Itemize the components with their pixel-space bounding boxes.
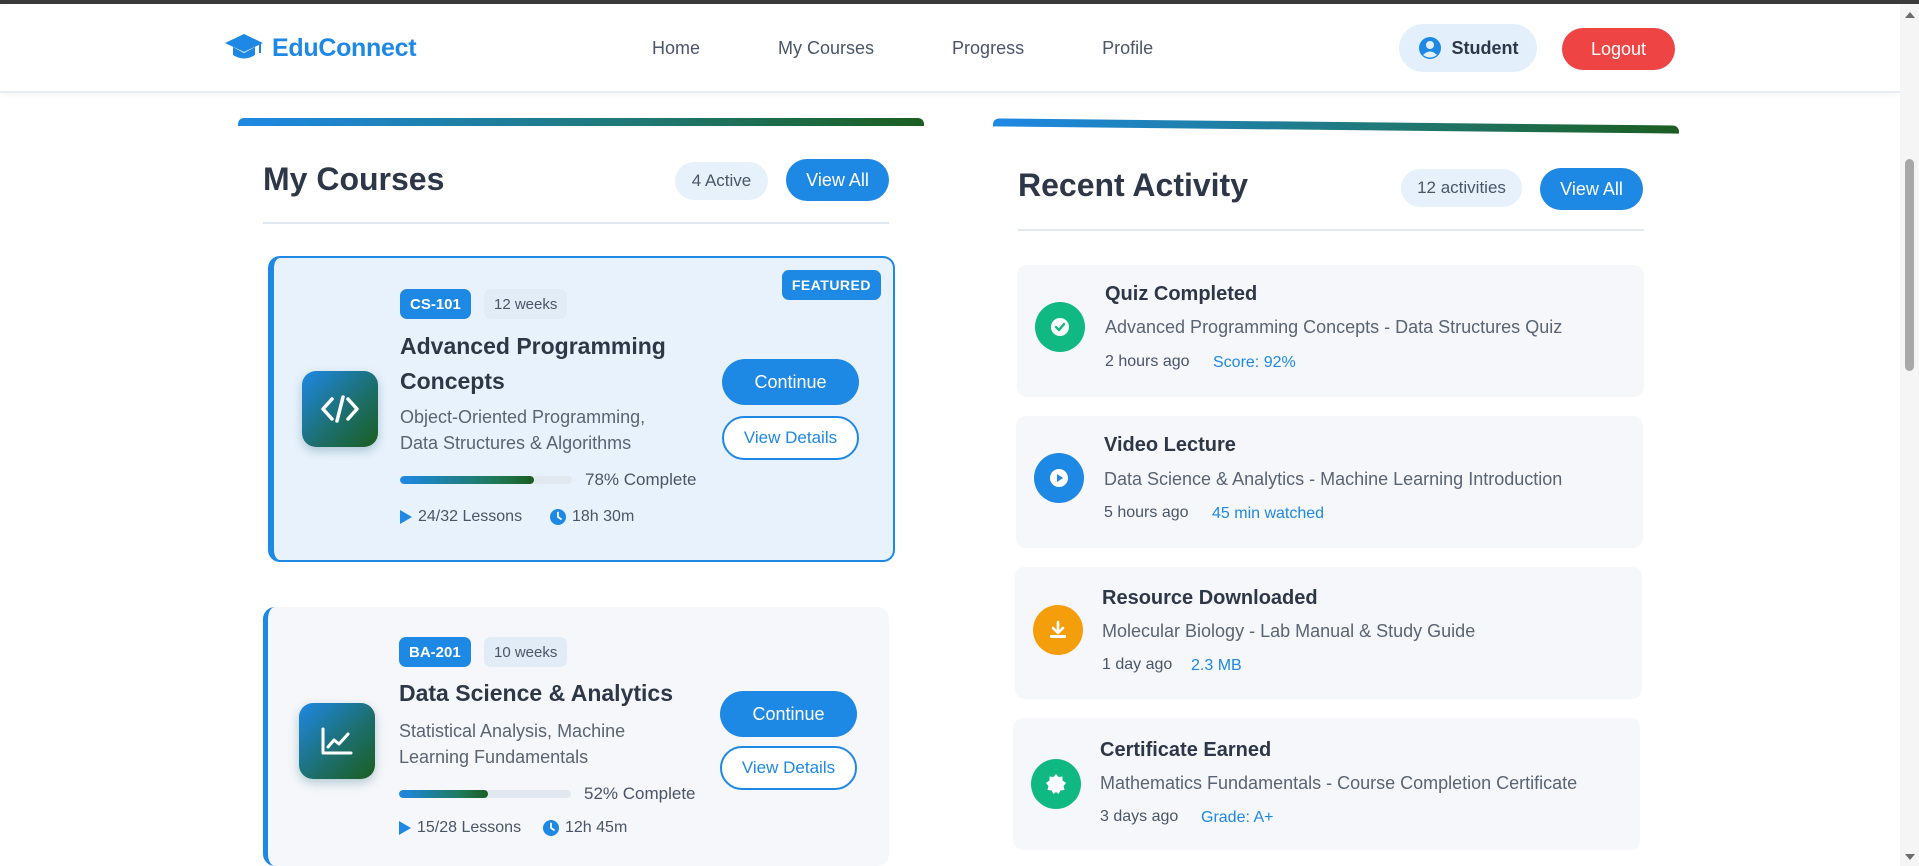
brand-logo[interactable]: EduConnect <box>224 32 417 64</box>
activity-detail: Score: 92% <box>1213 354 1296 371</box>
view-details-button[interactable]: View Details <box>722 416 859 460</box>
nav-home[interactable]: Home <box>652 38 700 59</box>
course-duration-badge: 12 weeks <box>484 289 568 319</box>
user-menu-button[interactable]: Student <box>1399 24 1537 72</box>
activity-icon <box>1031 759 1081 809</box>
featured-tag: FEATURED <box>781 270 881 300</box>
activity-icon <box>1035 302 1085 352</box>
course-progress-bar <box>400 476 572 484</box>
scroll-up-arrow-icon[interactable] <box>1905 12 1915 18</box>
activity-time: 5 hours ago <box>1104 504 1189 521</box>
course-description: Object-Oriented Programming, Data Struct… <box>400 404 730 456</box>
activity-icon <box>1034 453 1084 503</box>
course-desc-line: Learning Fundamentals <box>399 747 589 767</box>
user-role-label: Student <box>1451 37 1519 58</box>
activity-description: Advanced Programming Concepts - Data Str… <box>1105 317 1563 337</box>
course-icon <box>302 371 378 447</box>
courses-view-all-button[interactable]: View All <box>786 159 889 201</box>
course-lessons: 24/32 Lessons <box>400 508 522 526</box>
activity-detail: 45 min watched <box>1212 505 1325 522</box>
activity-time: 3 days ago <box>1100 808 1179 825</box>
activity-section-title: Recent Activity <box>1018 167 1248 203</box>
activity-description: Data Science & Analytics - Machine Learn… <box>1104 469 1563 489</box>
activity-panel-accent <box>992 118 1680 134</box>
course-progress-label: 78% Complete <box>585 470 697 489</box>
play-icon <box>400 510 412 524</box>
scroll-down-arrow-icon[interactable] <box>1905 854 1915 860</box>
clock-icon <box>550 509 566 525</box>
activity-description: Mathematics Fundamentals - Course Comple… <box>1100 773 1578 793</box>
course-progress-bar <box>399 790 571 798</box>
courses-section-title: My Courses <box>263 161 445 197</box>
course-progress-label: 52% Complete <box>584 784 696 803</box>
course-code-badge: CS-101 <box>400 289 471 319</box>
time-spent: 12h 45m <box>565 819 628 836</box>
nav-profile[interactable]: Profile <box>1102 38 1153 59</box>
lessons-count: 15/28 Lessons <box>417 819 522 836</box>
clock-icon <box>543 820 559 836</box>
activity-title: Resource Downloaded <box>1102 587 1318 609</box>
scroll-thumb[interactable] <box>1905 159 1914 371</box>
activity-item[interactable]: Video Lecture Data Science & Analytics -… <box>1016 416 1643 548</box>
user-circle-icon <box>1418 37 1441 59</box>
course-time: 18h 30m <box>550 508 634 526</box>
graduation-cap-icon <box>225 34 263 59</box>
activity-divider <box>1018 229 1644 231</box>
course-lessons: 15/28 Lessons <box>399 819 521 837</box>
activity-time: 1 day ago <box>1102 656 1173 673</box>
activity-view-all-button[interactable]: View All <box>1540 168 1643 210</box>
course-desc-line: Statistical Analysis, Machine <box>399 721 626 741</box>
activity-title: Quiz Completed <box>1105 283 1258 305</box>
lessons-count: 24/32 Lessons <box>418 508 523 525</box>
main-nav: Home My Courses Progress Profile <box>652 38 1231 59</box>
course-title-line: Concepts <box>400 368 505 394</box>
play-icon <box>399 821 411 835</box>
course-progress-fill <box>400 476 535 484</box>
course-desc-line: Object-Oriented Programming, <box>400 407 646 427</box>
courses-divider <box>263 222 889 224</box>
page-scrollbar[interactable] <box>1900 4 1919 866</box>
course-desc-line: Data Structures & Algorithms <box>400 433 632 453</box>
course-description: Statistical Analysis, Machine Learning F… <box>399 718 729 770</box>
activity-description: Molecular Biology - Lab Manual & Study G… <box>1102 621 1476 641</box>
course-icon <box>299 703 375 779</box>
activity-count-badge: 12 activities <box>1401 169 1522 207</box>
course-title-line: Advanced Programming <box>400 333 666 359</box>
activity-item[interactable]: Certificate Earned Mathematics Fundament… <box>1013 718 1640 850</box>
course-card-ba201[interactable]: BA-201 10 weeks Data Science & Analytics… <box>263 607 889 866</box>
check-circle-icon <box>1051 318 1069 336</box>
continue-button[interactable]: Continue <box>720 691 857 737</box>
course-duration-badge: 10 weeks <box>484 637 568 667</box>
activity-icon <box>1033 605 1083 655</box>
active-courses-badge: 4 Active <box>675 162 768 200</box>
time-spent: 18h 30m <box>572 508 635 525</box>
certificate-icon <box>1046 774 1066 794</box>
activity-detail: Grade: A+ <box>1201 809 1274 826</box>
activity-title: Video Lecture <box>1104 434 1236 456</box>
course-card-cs101[interactable]: FEATURED CS-101 12 weeks Advanced Progra… <box>268 256 895 562</box>
activity-detail: 2.3 MB <box>1191 657 1242 674</box>
brand-name: EduConnect <box>272 33 417 62</box>
activity-item[interactable]: Quiz Completed Advanced Programming Conc… <box>1017 265 1644 397</box>
top-navbar: EduConnect Home My Courses Progress Prof… <box>0 4 1900 93</box>
view-details-button[interactable]: View Details <box>720 746 857 790</box>
course-title: Advanced Programming Concepts <box>400 329 730 399</box>
course-progress-fill <box>399 790 489 798</box>
course-time: 12h 45m <box>543 819 627 837</box>
nav-my-courses[interactable]: My Courses <box>778 38 874 59</box>
activity-item[interactable]: Resource Downloaded Molecular Biology - … <box>1015 567 1642 699</box>
code-icon <box>321 395 359 423</box>
activity-title: Certificate Earned <box>1100 739 1272 761</box>
courses-panel-accent <box>238 118 924 126</box>
course-code-badge: BA-201 <box>399 637 471 667</box>
logout-button[interactable]: Logout <box>1562 28 1675 70</box>
nav-progress[interactable]: Progress <box>952 38 1024 59</box>
chart-line-icon <box>321 727 353 755</box>
play-circle-icon <box>1050 469 1068 487</box>
download-icon <box>1050 620 1066 638</box>
continue-button[interactable]: Continue <box>722 359 859 405</box>
course-title: Data Science & Analytics <box>399 680 673 706</box>
activity-time: 2 hours ago <box>1105 353 1190 370</box>
